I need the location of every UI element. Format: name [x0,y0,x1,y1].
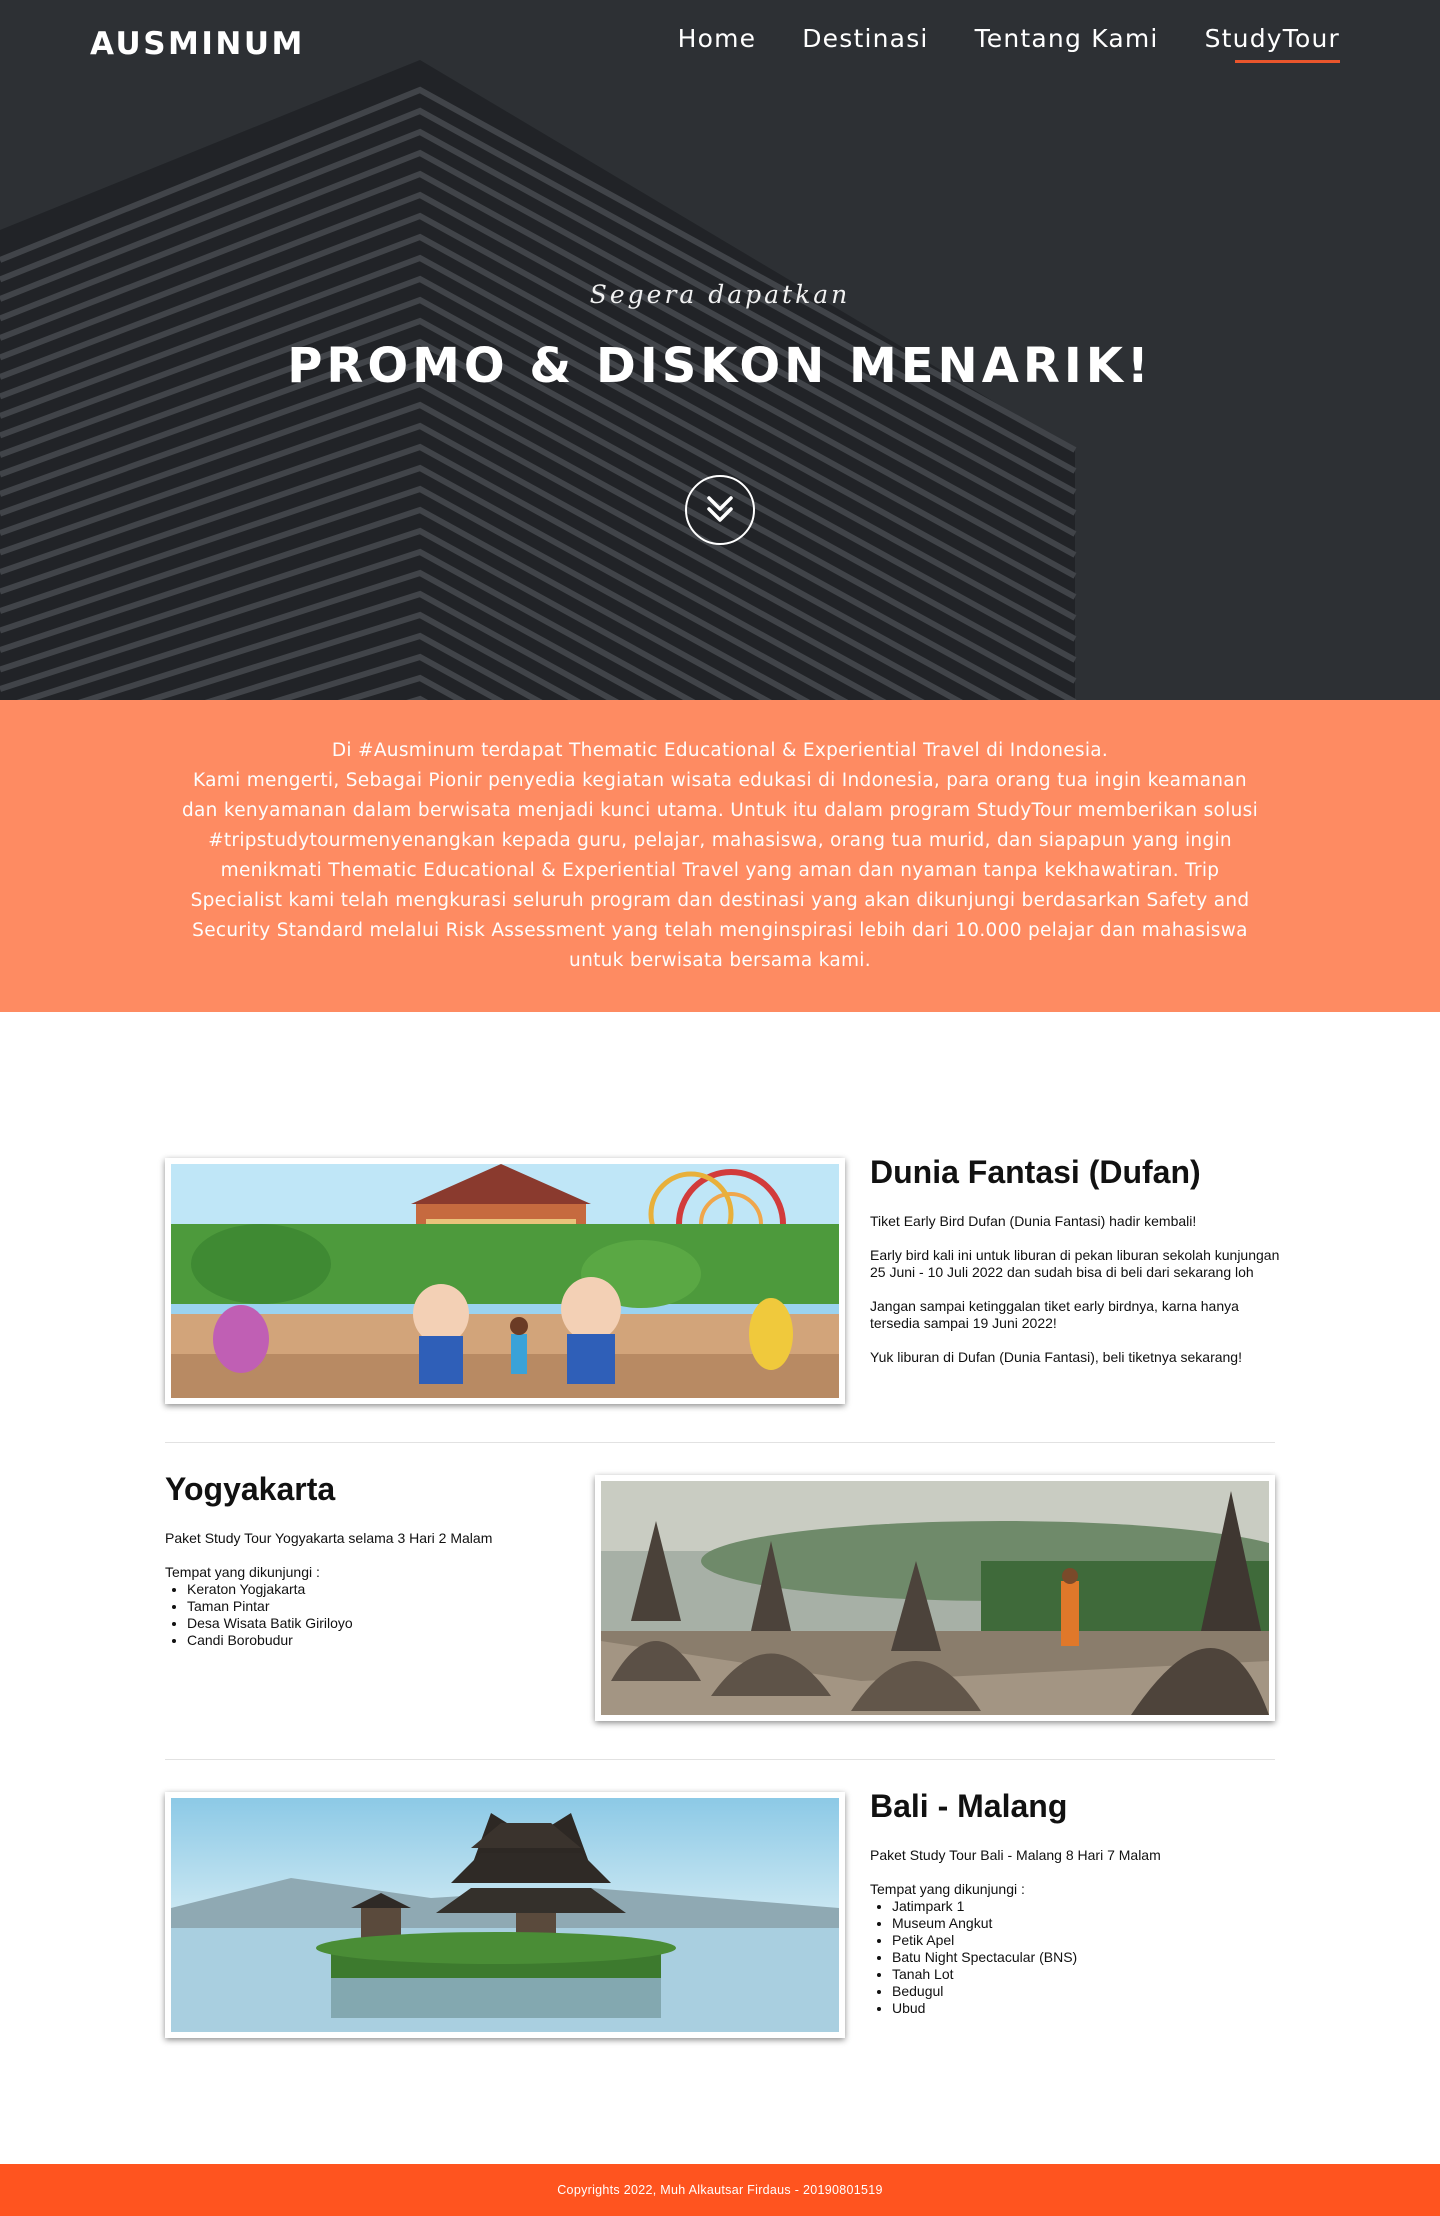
footer: Copyrights 2022, Muh Alkautsar Firdaus -… [0,2164,1440,2216]
nav-item-tentang-kami[interactable]: Tentang Kami [975,24,1159,63]
about-line: Di #Ausminum terdapat Thematic Education… [331,740,1109,761]
double-chevron-down-icon [707,496,733,522]
destination-paragraph: Tiket Early Bird Dufan (Dunia Fantasi) h… [870,1213,1197,1229]
list-item: Ubud [892,2000,1290,2017]
destination-title: Dunia Fantasi (Dufan) [870,1154,1201,1190]
divider [165,1759,1275,1760]
destinations-section: Dunia Fantasi (Dufan) Tiket Early Bird D… [0,1012,1440,2164]
destination-intro: Paket Study Tour Bali - Malang 8 Hari 7 … [870,1847,1161,1863]
destination-title: Bali - Malang [870,1788,1068,1824]
list-item: Bedugul [892,1983,1290,2000]
destination-paragraph: Early bird kali ini untuk liburan di pek… [870,1247,1280,1280]
list-item: Jatimpark 1 [892,1898,1290,1915]
destination-card-bali-malang: Bali - Malang Paket Study Tour Bali - Ma… [165,1788,1275,2044]
about-paragraph: Kami mengerti, Sebagai Pionir penyedia k… [181,770,1259,971]
copyright-text: Copyrights 2022, Muh Alkautsar Firdaus -… [557,2183,883,2197]
destination-card-dufan: Dunia Fantasi (Dufan) Tiket Early Bird D… [165,1154,1279,1410]
list-item: Taman Pintar [187,1598,585,1615]
hero-subtitle: Segera dapatkan [589,280,851,309]
destination-intro: Paket Study Tour Yogyakarta selama 3 Har… [165,1530,493,1546]
places-heading: Tempat yang dikunjungi : [870,1881,1025,1897]
list-item: Museum Angkut [892,1915,1290,1932]
list-item: Tanah Lot [892,1966,1290,1983]
list-item: Batu Night Spectacular (BNS) [892,1949,1290,1966]
hero-section: AUSMINUM Home Destinasi Tentang Kami Stu… [0,0,1440,700]
bali-malang-info: Bali - Malang Paket Study Tour Bali - Ma… [870,1788,1290,2017]
places-list: Jatimpark 1 Museum Angkut Petik Apel Bat… [870,1898,1290,2017]
places-heading: Tempat yang dikunjungi : [165,1564,320,1580]
yogyakarta-image [595,1475,1275,1721]
bali-malang-image [165,1792,845,2038]
navbar: AUSMINUM Home Destinasi Tentang Kami Stu… [0,0,1440,90]
brand-logo[interactable]: AUSMINUM [90,26,305,62]
hero-title: PROMO & DISKON MENARIK! [287,338,1153,394]
nav-item-destinasi[interactable]: Destinasi [802,24,928,63]
list-item: Candi Borobudur [187,1632,585,1649]
scroll-down-button[interactable] [685,475,755,545]
about-section: Di #Ausminum terdapat Thematic Education… [0,700,1440,1012]
list-item: Keraton Yogjakarta [187,1581,585,1598]
dufan-image [165,1158,845,1404]
about-text: Di #Ausminum terdapat Thematic Education… [180,736,1260,976]
destination-paragraph: Jangan sampai ketinggalan tiket early bi… [870,1298,1239,1331]
places-list: Keraton Yogjakarta Taman Pintar Desa Wis… [165,1581,585,1649]
nav-links: Home Destinasi Tentang Kami StudyTour [678,24,1341,63]
list-item: Desa Wisata Batik Giriloyo [187,1615,585,1632]
nav-item-studytour[interactable]: StudyTour [1205,24,1341,63]
divider [165,1442,1275,1443]
destination-card-yogyakarta: Yogyakarta Paket Study Tour Yogyakarta s… [165,1471,1275,1727]
dufan-info: Dunia Fantasi (Dufan) Tiket Early Bird D… [870,1154,1290,1383]
destination-title: Yogyakarta [165,1471,336,1507]
nav-item-home[interactable]: Home [678,24,757,63]
list-item: Petik Apel [892,1932,1290,1949]
yogyakarta-info: Yogyakarta Paket Study Tour Yogyakarta s… [165,1471,585,1649]
destination-paragraph: Yuk liburan di Dufan (Dunia Fantasi), be… [870,1349,1242,1365]
